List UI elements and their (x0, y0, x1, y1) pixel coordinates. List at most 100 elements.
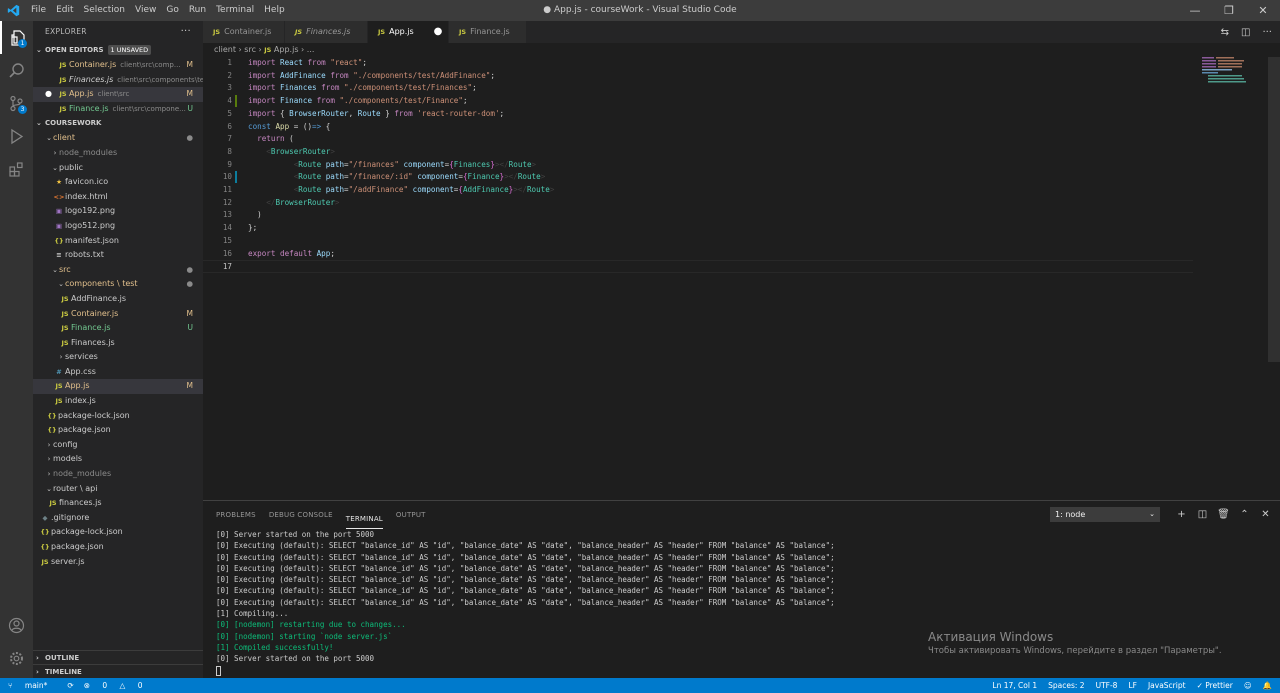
menu-terminal[interactable]: Terminal (211, 0, 259, 21)
tree-folder-components[interactable]: ⌄components \ test ● (33, 277, 203, 292)
restore-icon[interactable]: ❐ (1212, 0, 1246, 21)
terminal-line: [0] Server started on the port 5000 (216, 530, 375, 539)
close-panel-icon[interactable]: ✕ (1255, 507, 1276, 522)
explorer-icon[interactable]: 1 (0, 21, 33, 54)
tree-file[interactable]: JS index.js (33, 394, 203, 409)
tab-terminal[interactable]: TERMINAL (345, 509, 383, 529)
tab-debug-console[interactable]: DEBUG CONSOLE (269, 501, 333, 529)
account-icon[interactable] (0, 609, 33, 642)
menu-edit[interactable]: Edit (51, 0, 78, 21)
breadcrumb-file[interactable]: App.js (274, 45, 299, 54)
run-debug-icon[interactable] (0, 120, 33, 153)
close-icon[interactable]: ✕ (1246, 0, 1280, 21)
source-control-icon[interactable]: 3 (0, 87, 33, 120)
tab-finance-js[interactable]: JS Finance.js (449, 21, 527, 43)
tree-file[interactable]: JS Finances.js (33, 336, 203, 351)
split-editor-icon[interactable]: ◫ (1241, 27, 1250, 38)
breadcrumb-symbol[interactable]: ... (307, 45, 315, 54)
prettier-status[interactable]: ✓ Prettier (1197, 678, 1233, 693)
tree-file[interactable]: JS Container.js M (33, 307, 203, 322)
tree-file[interactable]: {}package-lock.json (33, 409, 203, 424)
tree-file[interactable]: {}package.json (33, 540, 203, 555)
search-icon[interactable] (0, 54, 33, 87)
breadcrumb-src[interactable]: src (244, 45, 256, 54)
more-actions-icon[interactable]: ··· (1262, 27, 1272, 38)
open-editors-section[interactable]: ⌄ OPEN EDITORS 1 UNSAVED (33, 43, 203, 58)
code-line: 1 import React from "react"; (227, 58, 367, 67)
feedback-icon[interactable]: ☺ (1244, 678, 1252, 693)
end-of-line[interactable]: LF (1128, 678, 1137, 693)
tree-folder-config[interactable]: › config (33, 438, 203, 453)
tree-folder-node-modules[interactable]: › node_modules (33, 146, 203, 161)
extensions-icon[interactable] (0, 153, 33, 186)
minimap[interactable] (1202, 57, 1262, 87)
tree-file[interactable]: JS finances.js (33, 496, 203, 511)
terminal-output[interactable]: [0] Server started on the port 5000 [0] E… (216, 529, 835, 676)
tree-file[interactable]: ★ favicon.ico (33, 175, 203, 190)
encoding[interactable]: UTF-8 (1096, 678, 1118, 693)
tab-app-js[interactable]: JS App.js ● (368, 21, 449, 43)
tree-file[interactable]: <>index.html (33, 190, 203, 205)
outline-section[interactable]: › OUTLINE (33, 650, 203, 665)
minimize-icon[interactable]: — (1178, 0, 1212, 21)
menu-selection[interactable]: Selection (79, 0, 130, 21)
open-editor-item[interactable]: ● JS App.js client\src M (33, 87, 203, 102)
open-changes-icon[interactable]: ⇆ (1221, 27, 1229, 38)
open-editor-item[interactable]: JS Container.js client\src\comp... M (33, 58, 203, 73)
tree-folder-node-modules[interactable]: › node_modules (33, 467, 203, 482)
tab-finances-js[interactable]: JS Finances.js (285, 21, 368, 43)
code-editor[interactable]: 1 import React from "react"; 2 import AddF… (203, 57, 1280, 500)
tree-file[interactable]: ▣ logo512.png (33, 219, 203, 234)
tree-file[interactable]: JS Finance.js U (33, 321, 203, 336)
unsaved-dot-icon[interactable]: ● (45, 87, 57, 102)
tree-file[interactable]: JS App.js M (33, 379, 203, 395)
branch-indicator[interactable]: ⑂ main* (8, 678, 57, 693)
tree-file[interactable]: ≡ robots.txt (33, 248, 203, 263)
timeline-section[interactable]: › TIMELINE (33, 664, 203, 678)
settings-gear-icon[interactable] (0, 642, 33, 675)
tree-file[interactable]: {}package.json (33, 423, 203, 438)
menu-view[interactable]: View (130, 0, 161, 21)
chevron-right-icon: › (47, 455, 51, 464)
more-actions-icon[interactable]: ··· (181, 21, 191, 43)
tree-file[interactable]: ▣ logo192.png (33, 204, 203, 219)
tree-folder-client[interactable]: ⌄client ● (33, 131, 203, 146)
code-line: 5 import { BrowserRouter, Route } from 'r… (227, 108, 505, 118)
menu-go[interactable]: Go (161, 0, 183, 21)
tree-file[interactable]: JS server.js (33, 555, 203, 570)
tree-folder-src[interactable]: ⌄src ● (33, 263, 203, 278)
menu-file[interactable]: File (26, 0, 51, 21)
cursor-position[interactable]: Ln 17, Col 1 (992, 678, 1037, 693)
tab-container-js[interactable]: JS Container.js (203, 21, 285, 43)
editor-scrollbar[interactable] (1268, 57, 1280, 362)
tree-file[interactable]: {}package-lock.json (33, 525, 203, 540)
menu-help[interactable]: Help (259, 0, 290, 21)
project-section[interactable]: ⌄ COURSEWORK (33, 116, 203, 131)
menu-run[interactable]: Run (184, 0, 211, 21)
split-terminal-icon[interactable]: ◫ (1192, 507, 1213, 522)
tree-file[interactable]: # App.css (33, 365, 203, 380)
open-editor-item[interactable]: JS Finance.js client\src\compone... U (33, 102, 203, 117)
maximize-panel-icon[interactable]: ⌃ (1234, 507, 1255, 522)
sync-icon[interactable]: ⟳ (67, 678, 73, 693)
bell-icon[interactable]: 🔔 (1263, 678, 1272, 693)
tree-file[interactable]: ◆ .gitignore (33, 511, 203, 526)
open-editor-item[interactable]: JS Finances.js client\src\components\test (33, 73, 203, 88)
unsaved-dot-icon[interactable]: ● (434, 26, 443, 37)
tree-file[interactable]: {}manifest.json (33, 234, 203, 249)
problems-indicator[interactable]: ⊗ 0 △ 0 (84, 678, 153, 693)
explorer-header: EXPLORER ··· (33, 21, 203, 43)
tree-folder-public[interactable]: ⌄public (33, 161, 203, 176)
language-mode[interactable]: JavaScript (1148, 678, 1186, 693)
tree-file[interactable]: JS AddFinance.js (33, 292, 203, 307)
indentation[interactable]: Spaces: 2 (1048, 678, 1084, 693)
new-terminal-icon[interactable]: + (1171, 507, 1192, 522)
tab-problems[interactable]: PROBLEMS (216, 501, 256, 529)
trash-icon[interactable]: 🗑 (1213, 507, 1234, 522)
tab-output[interactable]: OUTPUT (396, 501, 426, 529)
terminal-select[interactable]: 1: node ⌄ (1050, 507, 1160, 522)
tree-folder-services[interactable]: › services (33, 350, 203, 365)
breadcrumb-client[interactable]: client (214, 45, 236, 54)
tree-folder-models[interactable]: › models (33, 452, 203, 467)
tree-folder-router[interactable]: ⌄router \ api (33, 482, 203, 497)
